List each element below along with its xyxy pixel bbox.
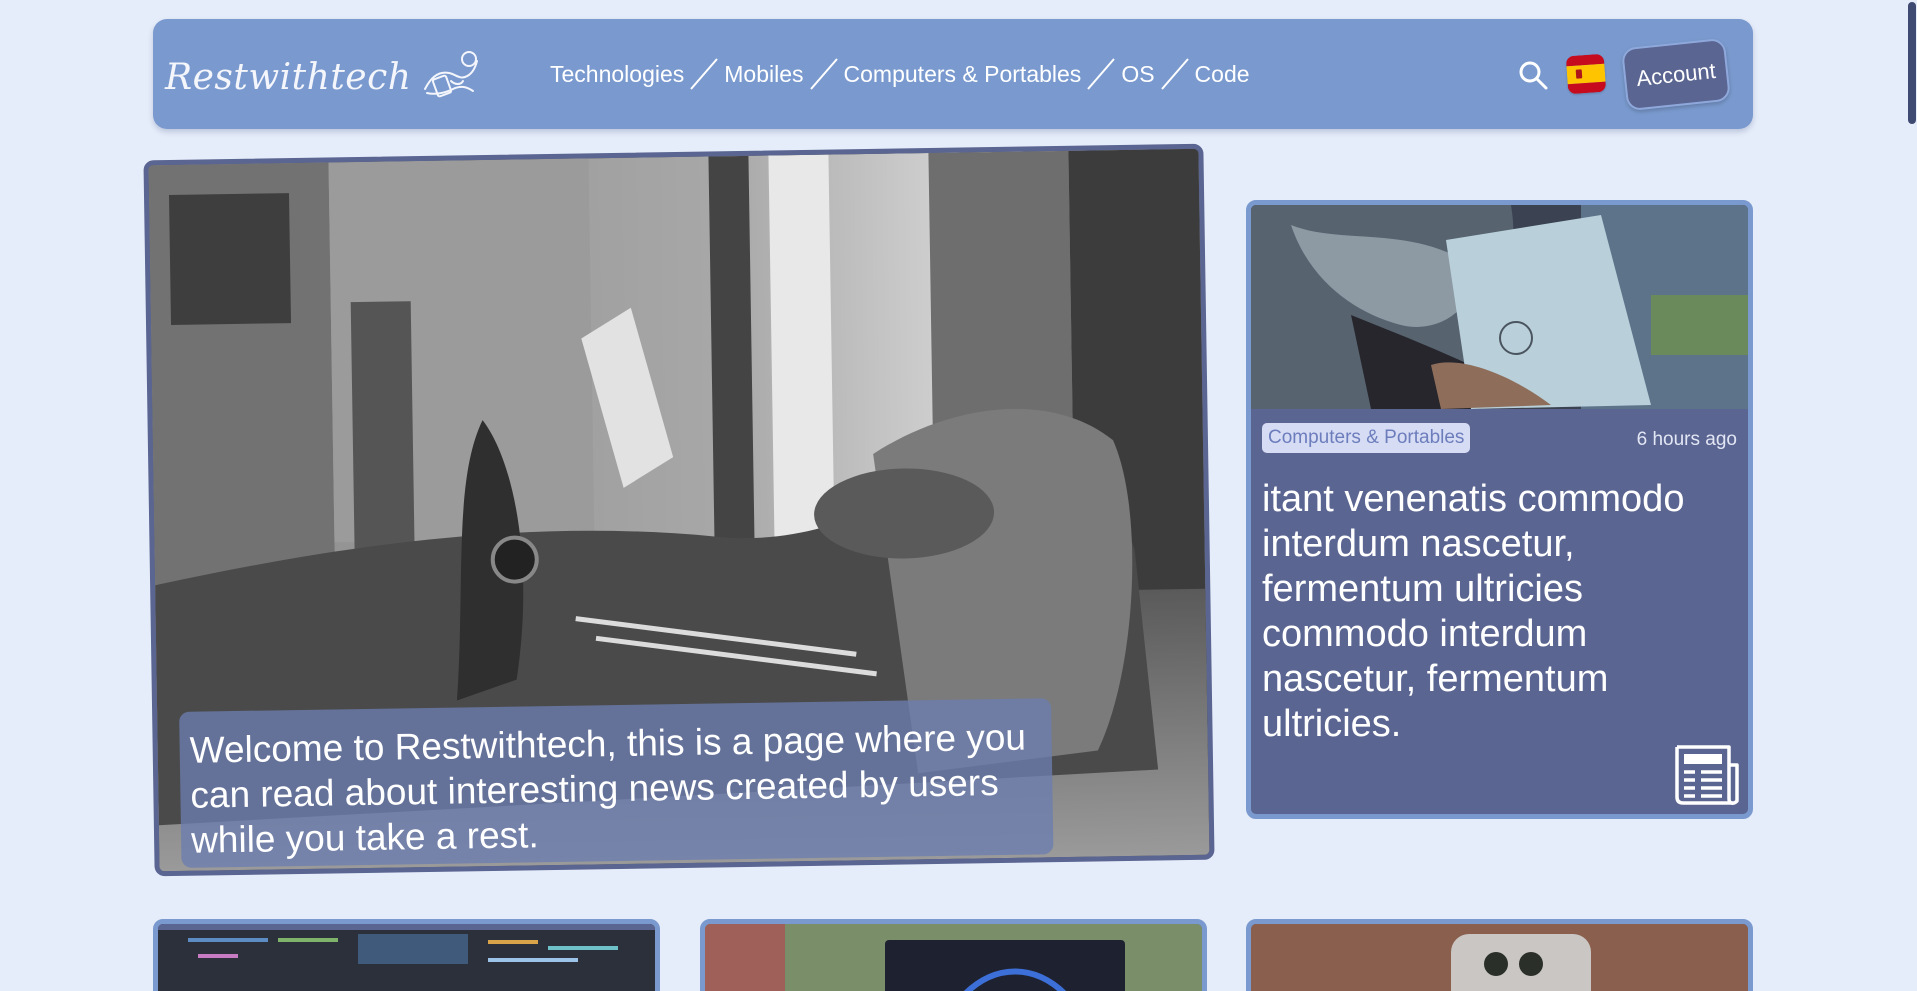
news-card-photo: [158, 924, 655, 991]
featured-news-photo: [1251, 205, 1748, 409]
hero-banner[interactable]: Welcome to Restwithtech, this is a page …: [143, 143, 1215, 877]
newspaper-icon[interactable]: [1671, 743, 1743, 812]
news-card[interactable]: [700, 919, 1207, 991]
site-header: Restwithtech Technologies Mobiles Comput…: [153, 19, 1753, 129]
main-nav: Technologies Mobiles Computers & Portabl…: [550, 19, 1250, 129]
post-time: 6 hours ago: [1636, 429, 1737, 450]
nav-separator: [1155, 54, 1195, 94]
nav-item-os[interactable]: OS: [1121, 61, 1154, 88]
category-badge[interactable]: Computers & Portables: [1262, 423, 1471, 453]
nav-item-code[interactable]: Code: [1195, 61, 1250, 88]
nav-separator: [1081, 54, 1121, 94]
news-card[interactable]: [1246, 919, 1753, 991]
hero-caption: Welcome to Restwithtech, this is a page …: [179, 698, 1054, 868]
logo-text: Restwithtech: [165, 57, 412, 98]
featured-news-title[interactable]: itant venenatis commodo interdum nascetu…: [1262, 477, 1732, 747]
search-icon[interactable]: [1517, 59, 1549, 91]
page-scrollbar[interactable]: [1907, 0, 1917, 991]
nav-separator: [804, 54, 844, 94]
nav-item-computers-portables[interactable]: Computers & Portables: [844, 61, 1082, 88]
account-button[interactable]: Account: [1620, 37, 1732, 112]
nav-separator: [684, 54, 724, 94]
news-card-photo: [705, 924, 1202, 991]
site-logo[interactable]: Restwithtech: [165, 49, 483, 106]
scrollbar-thumb[interactable]: [1908, 2, 1916, 124]
resting-person-icon: [421, 49, 483, 106]
news-card-photo: [1251, 924, 1748, 991]
nav-item-mobiles[interactable]: Mobiles: [724, 61, 803, 88]
spain-flag-icon[interactable]: [1565, 53, 1607, 95]
news-card[interactable]: [153, 919, 660, 991]
nav-item-technologies[interactable]: Technologies: [550, 61, 684, 88]
featured-news-card[interactable]: Computers & Portables 6 hours ago itant …: [1246, 200, 1753, 819]
